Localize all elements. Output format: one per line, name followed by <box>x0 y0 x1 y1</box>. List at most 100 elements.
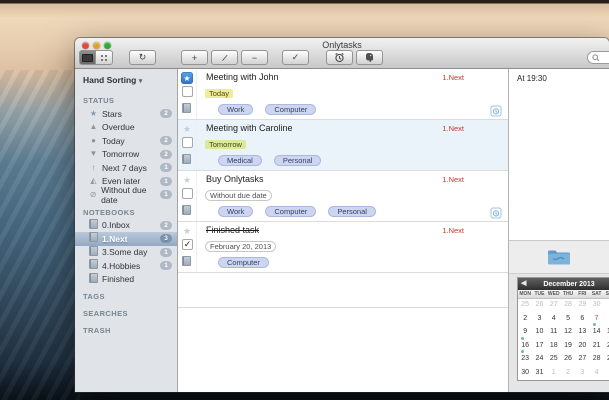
sidebar-item-label: Tomorrow <box>102 149 140 160</box>
task-checkbox[interactable] <box>182 137 193 148</box>
notebook-glyph <box>182 205 191 215</box>
notebook-ref-label: 1.Next <box>442 73 464 82</box>
calendar-day-31[interactable]: 31 <box>532 367 546 381</box>
tag-pill-computer[interactable]: Computer <box>218 257 269 268</box>
calendar-day-28[interactable]: 28 <box>589 353 603 367</box>
calendar-day-25[interactable]: 25 <box>518 299 532 313</box>
sidebar-item-stars[interactable]: ★ Stars 2 <box>75 107 177 121</box>
star-icon[interactable]: ★ <box>181 72 193 84</box>
sidebar-item-0-inbox[interactable]: 0.Inbox 2 <box>75 218 177 233</box>
calendar-day-21[interactable]: 21 <box>589 340 603 354</box>
empty-task-area[interactable] <box>178 308 508 392</box>
calendar-day-3[interactable]: 3 <box>532 313 546 327</box>
notebook-drop-zone[interactable] <box>509 241 609 274</box>
calendar-day-8[interactable]: 8 <box>604 313 609 327</box>
calendar-day-6[interactable]: 6 <box>575 313 589 327</box>
sidebar-item-3-some-day[interactable]: 3.Some day 1 <box>75 245 177 260</box>
star-icon[interactable]: ★ <box>181 174 193 186</box>
sync-button[interactable]: ↻ <box>129 50 156 65</box>
calendar-day-30[interactable]: 30 <box>518 367 532 381</box>
calendar-day-16[interactable]: 16 <box>518 340 532 354</box>
sidebar-item-finished[interactable]: Finished <box>75 272 177 287</box>
calendar-day-29[interactable]: 29 <box>604 353 609 367</box>
calendar-day-24[interactable]: 24 <box>532 353 546 367</box>
star-icon[interactable]: ★ <box>181 123 193 135</box>
tag-pill-personal[interactable]: Personal <box>273 155 322 166</box>
calendar-day-1[interactable]: 1 <box>604 299 609 313</box>
calendar-day-27[interactable]: 27 <box>547 299 561 313</box>
tag-pill-work[interactable]: Work <box>218 206 254 217</box>
notebook-icon <box>88 272 99 286</box>
calendar-day-13[interactable]: 13 <box>575 326 589 340</box>
count-badge: 1 <box>160 190 172 200</box>
calendar-day-4[interactable]: 4 <box>589 367 603 381</box>
calendar-day-2[interactable]: 2 <box>561 367 575 381</box>
calendar-day-12[interactable]: 12 <box>561 326 575 340</box>
calendar-day-15[interactable]: 15 <box>604 326 609 340</box>
calendar-day-27[interactable]: 27 <box>575 353 589 367</box>
remove-icon: − <box>251 52 258 63</box>
calendar-day-26[interactable]: 26 <box>561 353 575 367</box>
calendar-day-20[interactable]: 20 <box>575 340 589 354</box>
calendar-day-9[interactable]: 9 <box>518 326 532 340</box>
task-note[interactable]: At 19:30 <box>509 69 609 241</box>
calendar-day-19[interactable]: 19 <box>561 340 575 354</box>
add-task-button[interactable]: + <box>181 50 208 65</box>
tag-pill-computer[interactable]: Computer <box>265 206 317 217</box>
calendar-day-25[interactable]: 25 <box>547 353 561 367</box>
weekday-label-tue: TUE <box>534 291 545 297</box>
calendar-day-29[interactable]: 29 <box>575 299 589 313</box>
calendar-day-1[interactable]: 1 <box>547 367 561 381</box>
star-icon[interactable]: ★ <box>181 225 193 237</box>
evernote-button[interactable] <box>356 50 383 65</box>
task-row[interactable]: ★ Meeting with Caroline Tomorrow Medical Per… <box>178 120 508 171</box>
sidebar-item-next-7-days[interactable]: ↑ Next 7 days 1 <box>75 161 177 175</box>
calendar-day-4[interactable]: 4 <box>547 313 561 327</box>
calendar-day-22[interactable]: 22 <box>604 340 609 354</box>
weekday-label-thu: THU <box>562 291 574 297</box>
sidebar-item-4-hobbies[interactable]: 4.Hobbies 1 <box>75 259 177 273</box>
task-row[interactable]: ★ ✓ Finished task February 20, 2013 Computer… <box>178 222 508 273</box>
search-field[interactable] <box>587 51 609 64</box>
tag-pill-medical[interactable]: Medical <box>218 155 262 166</box>
calendar-day-28[interactable]: 28 <box>561 299 575 313</box>
calendar-day-26[interactable]: 26 <box>532 299 546 313</box>
calendar-day-14[interactable]: 14 <box>589 326 603 340</box>
task-checkbox[interactable]: ✓ <box>182 239 193 250</box>
task-row[interactable]: ★ Meeting with John Today Work Computer 1.Nex… <box>178 69 508 120</box>
sidebar-item-tomorrow[interactable]: ▼ Tomorrow 2 <box>75 148 177 162</box>
edit-task-button[interactable]: ∕ <box>211 50 238 65</box>
sidebar-item-today[interactable]: ● Today 2 <box>75 134 177 148</box>
sidebar-item-overdue[interactable]: ▲ Overdue <box>75 121 177 135</box>
evernote-elephant-icon <box>366 53 373 62</box>
task-row[interactable]: ★ Buy Onlytasks Without due date Work Comput… <box>178 171 508 222</box>
titlebar[interactable]: Onlytasks ↻ + ∕ − ✓ <box>75 38 609 69</box>
reminder-button[interactable] <box>326 50 353 65</box>
calendar-day-7[interactable]: 7 <box>589 313 603 327</box>
tag-pill-computer[interactable]: Computer <box>265 104 317 115</box>
calendar-day-10[interactable]: 10 <box>532 326 546 340</box>
tag-pill-work[interactable]: Work <box>218 104 254 115</box>
calendar-day-3[interactable]: 3 <box>575 367 589 381</box>
list-view-button[interactable] <box>79 50 96 65</box>
sidebar-item-1-next[interactable]: 1.Next 3 <box>75 232 177 246</box>
tag-pill-personal[interactable]: Personal <box>328 206 376 217</box>
calendar-day-5[interactable]: 5 <box>561 313 575 327</box>
empty-task-row[interactable] <box>178 273 508 308</box>
complete-task-button[interactable]: ✓ <box>282 50 309 65</box>
calendar-day-5[interactable]: 5 <box>604 367 609 381</box>
sort-dropdown[interactable]: Hand Sorting ▾ <box>75 70 177 90</box>
task-checkbox[interactable] <box>182 86 193 97</box>
calendar-day-2[interactable]: 2 <box>518 313 532 327</box>
grid-view-button[interactable] <box>96 50 113 65</box>
calendar-prev-button[interactable]: ◀ <box>521 278 526 290</box>
calendar-day-18[interactable]: 18 <box>547 340 561 354</box>
task-checkbox[interactable] <box>182 188 193 199</box>
search-input[interactable] <box>600 52 609 63</box>
remove-task-button[interactable]: − <box>241 50 268 65</box>
sidebar-item-without-due-date[interactable]: ⊘ Without due date 1 <box>75 185 177 205</box>
calendar-day-23[interactable]: 23 <box>518 353 532 367</box>
calendar-day-30[interactable]: 30 <box>589 299 603 313</box>
calendar-day-17[interactable]: 17 <box>532 340 546 354</box>
calendar-day-11[interactable]: 11 <box>547 326 561 340</box>
